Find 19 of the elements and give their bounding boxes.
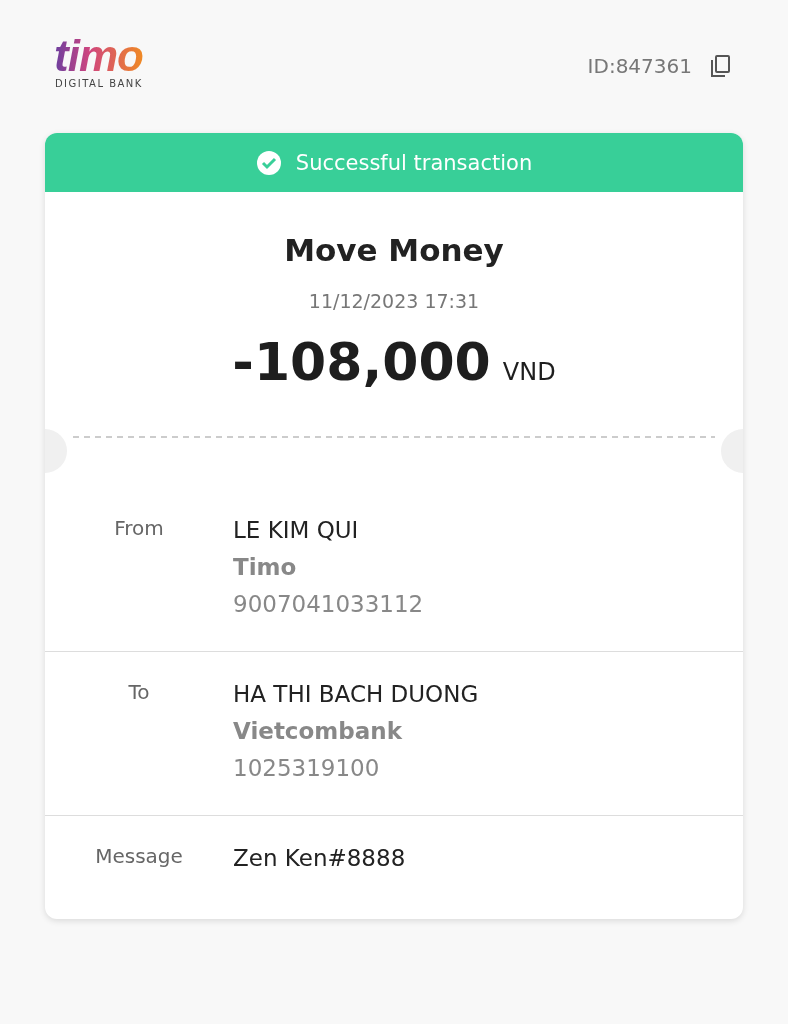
transaction-title: Move Money	[284, 232, 504, 268]
detail-label: To	[127, 679, 151, 706]
check-icon	[255, 149, 282, 176]
detail-account: 1025319100	[233, 754, 380, 783]
status-text: Successful transaction	[295, 150, 533, 175]
amount: -108,000	[232, 332, 491, 392]
transaction-id: ID:847361	[587, 54, 692, 78]
detail-label: From	[113, 515, 165, 542]
detail-label: Message	[94, 843, 184, 870]
currency: VND	[502, 358, 556, 386]
detail-bank: Timo	[233, 553, 297, 582]
detail-bank: Vietcombank	[233, 717, 402, 746]
transaction-date: 11/12/2023 17:31	[308, 290, 480, 312]
detail-name: Zen Ken#8888	[233, 844, 406, 873]
detail-name: HA THI BACH DUONG	[233, 680, 479, 709]
detail-name: LE KIM QUI	[233, 516, 359, 545]
detail-account: 9007041033112	[233, 590, 424, 619]
brand-tagline: DIGITAL BANK	[54, 78, 143, 89]
copy-icon[interactable]	[708, 54, 732, 78]
